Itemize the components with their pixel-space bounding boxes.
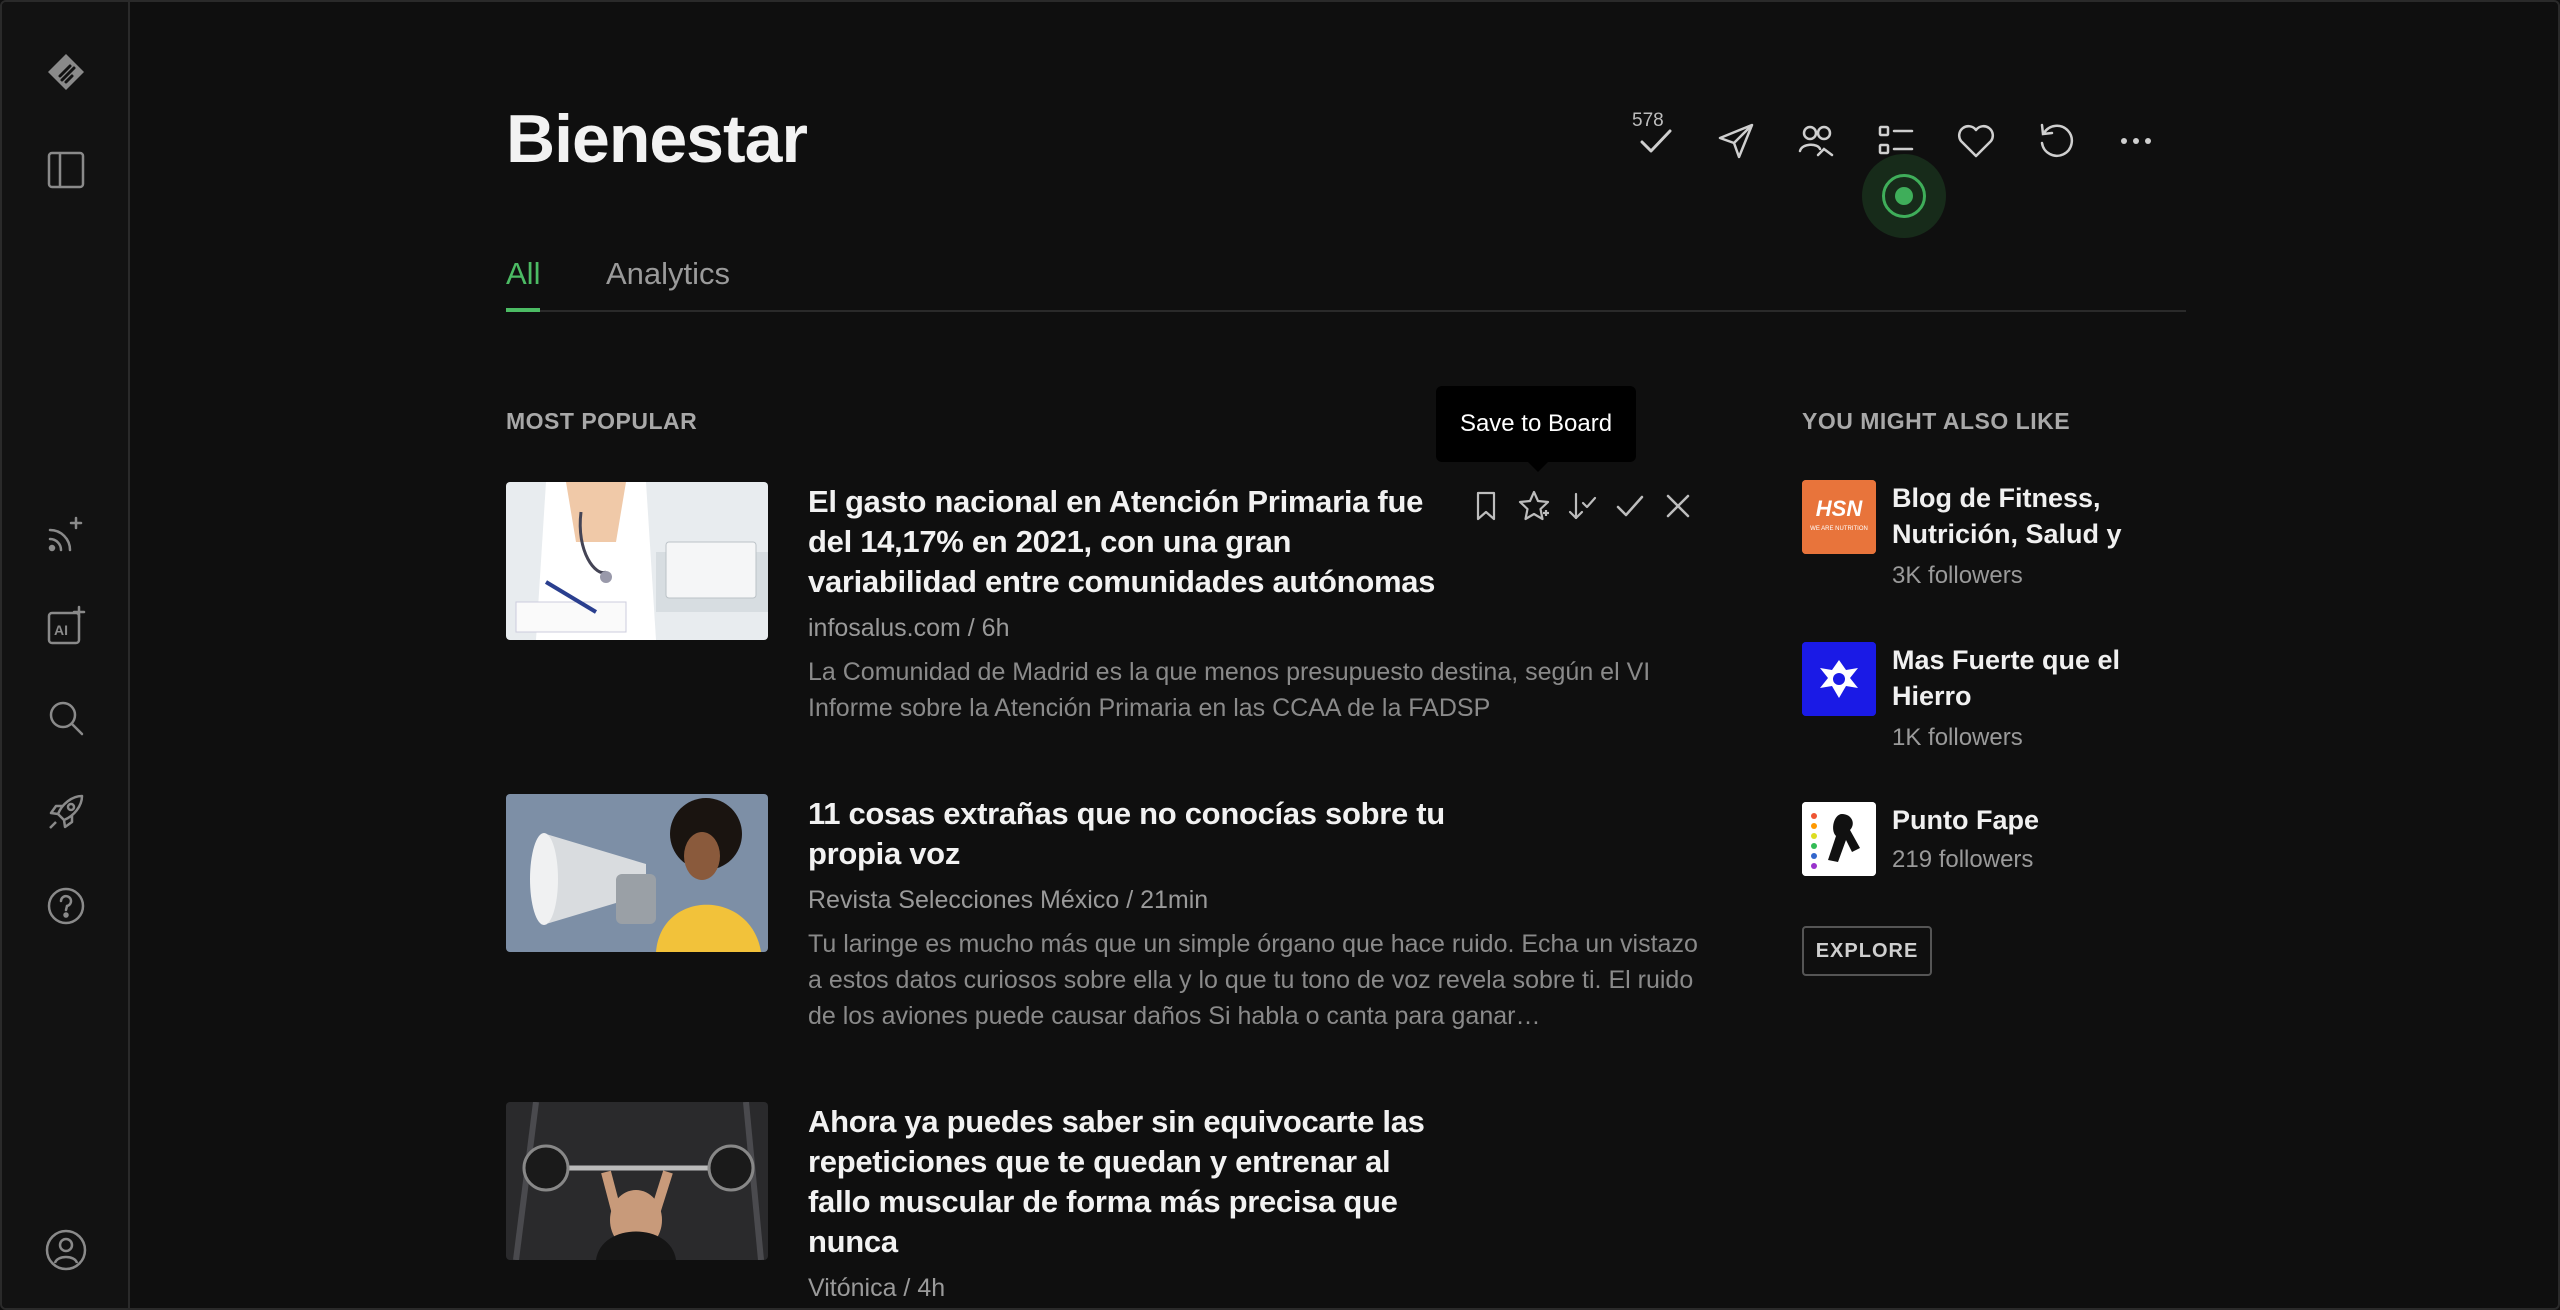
save-to-board-tooltip: Save to Board (1436, 386, 1636, 472)
rocket-icon[interactable] (36, 782, 96, 842)
suggestion-item[interactable]: HSN WE ARE NUTRITION Blog de Fitness, Nu… (1802, 480, 2162, 590)
search-icon[interactable] (36, 688, 96, 748)
close-icon[interactable] (1656, 482, 1700, 530)
read-later-icon[interactable] (1464, 482, 1508, 530)
explore-button[interactable]: EXPLORE (1802, 926, 1932, 976)
tab-analytics[interactable]: Analytics (606, 252, 730, 312)
help-icon[interactable] (36, 876, 96, 936)
article-meta[interactable]: infosalus.com / 6h (808, 614, 1010, 643)
svg-text:AI: AI (54, 622, 68, 638)
send-button[interactable] (1706, 106, 1766, 176)
suggestions-heading: YOU MIGHT ALSO LIKE (1802, 408, 2071, 434)
suggestion-item[interactable]: Mas Fuerte que el Hierro 1K followers (1802, 642, 2162, 752)
source-logo[interactable] (1802, 642, 1876, 716)
tab-all[interactable]: All (506, 252, 541, 312)
page-title: Bienestar (506, 101, 808, 177)
more-icon[interactable] (2106, 106, 2166, 176)
article-title[interactable]: El gasto nacional en Atención Primaria f… (808, 482, 1448, 602)
article-meta[interactable]: Revista Selecciones México / 21min (808, 886, 1208, 915)
source-followers: 3K followers (1892, 562, 2023, 589)
share-users-icon[interactable] (1786, 106, 1846, 176)
mark-read-below-icon[interactable] (1560, 482, 1604, 530)
app-window: AI Bienestar 578 All Analytics MOST POPU… (0, 0, 2560, 1310)
left-sidebar: AI (2, 2, 130, 1308)
article-item[interactable]: 11 cosas extrañas que no conocías sobre … (506, 794, 1706, 1034)
article-thumbnail[interactable] (506, 1102, 768, 1260)
article-item[interactable]: Ahora ya puedes saber sin equivocarte la… (506, 1102, 1706, 1308)
feedly-logo[interactable] (36, 42, 96, 102)
article-description: Tu laringe es mucho más que un simple ór… (808, 930, 1698, 1030)
article-thumbnail[interactable] (506, 482, 768, 640)
tab-bar: All Analytics (506, 252, 2186, 312)
article-meta[interactable]: Vitónica / 4h (808, 1274, 945, 1303)
suggestion-item[interactable]: Punto Fape 219 followers (1802, 802, 2162, 882)
refresh-icon[interactable] (2026, 106, 2086, 176)
source-name[interactable]: Mas Fuerte que el Hierro (1892, 642, 2162, 714)
source-logo[interactable]: HSN WE ARE NUTRITION (1802, 480, 1876, 554)
main-content: Bienestar 578 All Analytics MOST POPULAR… (506, 2, 2186, 1308)
panel-toggle-icon[interactable] (36, 140, 96, 200)
hsn-logo-subtext: WE ARE NUTRITION (1810, 526, 1868, 532)
status-pulse-ring (1882, 174, 1926, 218)
source-name[interactable]: Blog de Fitness, Nutrición, Salud y (1892, 480, 2162, 552)
article-description: La Comunidad de Madrid es la que menos p… (808, 658, 1651, 722)
mark-read-button[interactable] (1626, 106, 1686, 176)
status-pulse-indicator[interactable] (1862, 154, 1946, 238)
most-popular-heading: MOST POPULAR (506, 408, 698, 434)
heart-icon[interactable] (1946, 106, 2006, 176)
status-pulse-dot (1895, 187, 1913, 205)
mark-as-read-icon[interactable] (1608, 482, 1652, 530)
source-followers: 219 followers (1892, 846, 2034, 873)
ai-add-icon[interactable]: AI (36, 596, 96, 656)
article-title[interactable]: 11 cosas extrañas que no conocías sobre … (808, 794, 1448, 874)
source-name[interactable]: Punto Fape (1892, 802, 2162, 838)
hsn-logo-text: HSN (1816, 496, 1864, 521)
article-title[interactable]: Ahora ya puedes saber sin equivocarte la… (808, 1102, 1448, 1262)
article-thumbnail[interactable] (506, 794, 768, 952)
profile-icon[interactable] (36, 1220, 96, 1280)
save-to-board-icon[interactable] (1512, 482, 1556, 530)
source-logo[interactable] (1802, 802, 1876, 876)
source-followers: 1K followers (1892, 724, 2023, 751)
article-item[interactable]: El gasto nacional en Atención Primaria f… (506, 482, 1706, 732)
add-feed-icon[interactable] (36, 504, 96, 564)
